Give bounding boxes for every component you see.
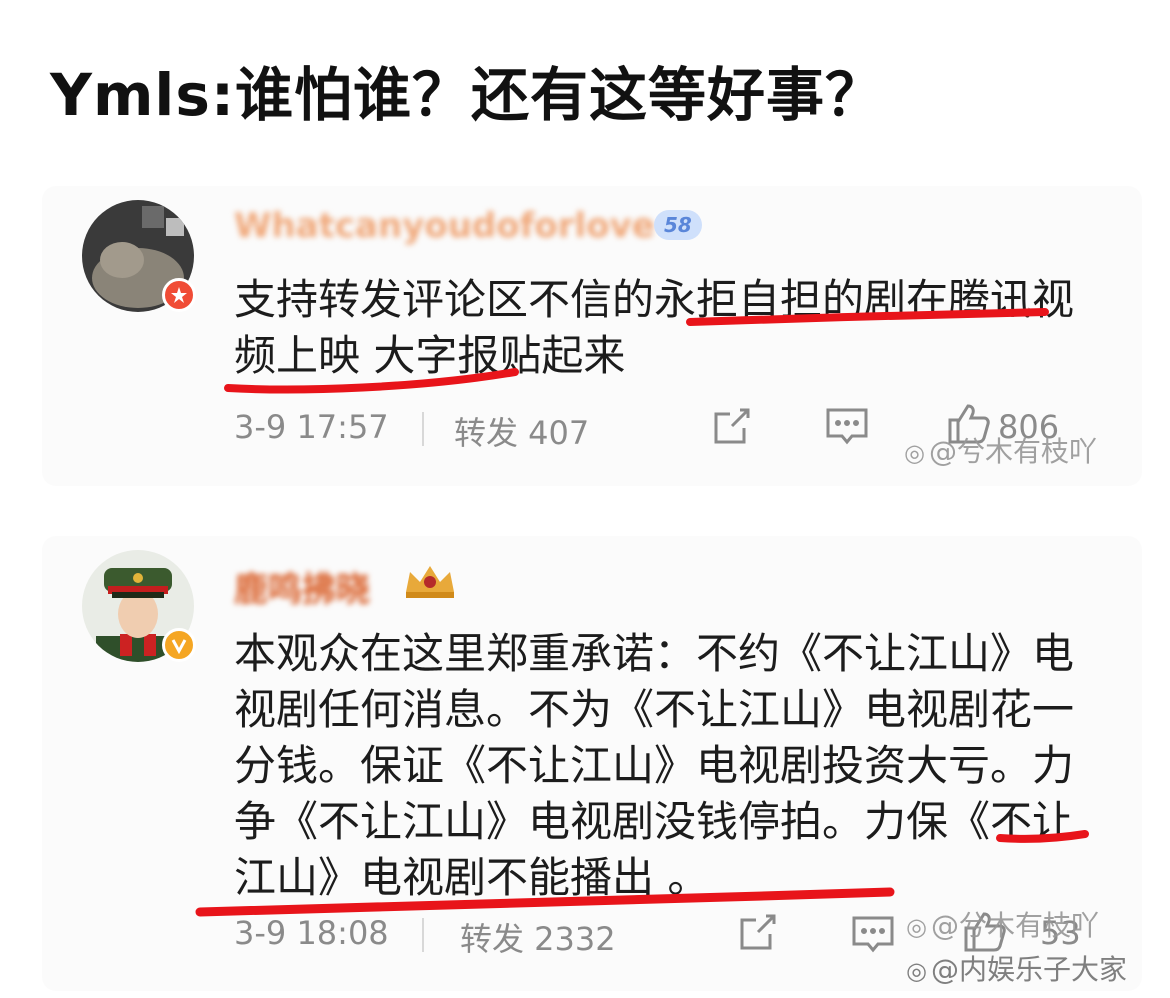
weibo-logo-icon: ◎ xyxy=(906,957,927,985)
comment-text: 本观众在这里郑重承诺：不约《不让江山》电视剧任何消息。不为《不让江山》电视剧花一… xyxy=(234,629,1075,902)
weibo-watermark: ◎ @兮木有枝吖 xyxy=(904,430,1097,470)
share-icon[interactable] xyxy=(736,910,780,958)
comment-text: 支持转发评论区不信的永拒自担的剧在腾讯视频上映 大字报贴起来 xyxy=(234,275,1075,380)
username[interactable]: Whatcanyoudoforlove xyxy=(234,206,655,246)
username[interactable]: 鹿鸣拂晓 xyxy=(234,562,370,611)
meta-divider xyxy=(422,918,424,952)
share-icon[interactable] xyxy=(710,404,754,452)
comment-time: 3-9 18:08 xyxy=(234,914,389,952)
headline: Ymls:谁怕谁？还有这等好事？ xyxy=(50,61,885,129)
screenshot-page: Ymls:谁怕谁？还有这等好事？ Whatcanyoudoforlove 58 … xyxy=(0,0,1170,998)
comment-card-1: Whatcanyoudoforlove 58 支持转发评论区不信的永拒自担的剧在… xyxy=(42,186,1142,486)
watermark-text: @兮木有枝吖 xyxy=(930,909,1099,942)
repost-count[interactable]: 转发 407 xyxy=(454,408,589,454)
weibo-logo-icon: ◎ xyxy=(904,439,925,467)
comment-time: 3-9 17:57 xyxy=(234,408,389,446)
watermark-text: @兮木有枝吖 xyxy=(928,435,1097,468)
fan-crown-icon xyxy=(402,562,458,606)
verified-badge-icon xyxy=(162,628,196,662)
weibo-watermark: ◎ @兮木有枝吖 xyxy=(906,904,1099,944)
comment-card-2: 鹿鸣拂晓 本观众在这里郑重承诺：不约《不让江山》电视剧任何消息。不为《不让江山》… xyxy=(42,536,1142,991)
star-badge-icon xyxy=(162,278,196,312)
repost-count[interactable]: 转发 2332 xyxy=(460,914,616,960)
comment-icon[interactable] xyxy=(824,404,870,452)
meta-divider xyxy=(422,412,424,446)
bottom-watermark-text: @内娱乐子大家 xyxy=(930,953,1127,986)
level-value: 58 xyxy=(664,213,692,237)
weibo-logo-icon: ◎ xyxy=(906,913,927,941)
level-badge: 58 xyxy=(654,210,702,240)
comment-icon[interactable] xyxy=(850,912,896,960)
bottom-weibo-watermark: ◎ @内娱乐子大家 xyxy=(906,948,1127,988)
